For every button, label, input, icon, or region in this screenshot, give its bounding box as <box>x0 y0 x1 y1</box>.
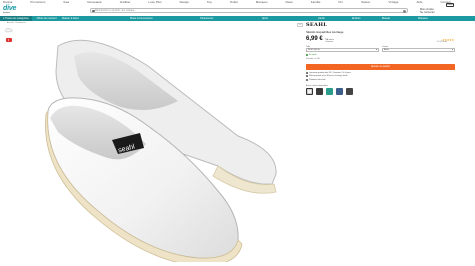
zoom-label: 1/4 <box>298 24 302 26</box>
chevron-down-icon: ▾ <box>375 49 377 51</box>
color-value: Blanc <box>384 49 390 51</box>
top-tab[interactable]: Famille <box>311 0 321 4</box>
top-tab[interactable]: Luxe Plus <box>148 0 161 4</box>
add-to-cart-button[interactable]: Ajouter au panier <box>306 64 455 70</box>
nav-item[interactable]: Mode & Accessoires <box>130 17 153 20</box>
stock-subtext: Expédié en 24h <box>306 58 320 60</box>
product-image[interactable]: seahl <box>28 26 290 262</box>
top-tab[interactable]: Outlet <box>230 0 238 4</box>
product-title: SEAHL Espadrilles Heritage <box>306 30 344 34</box>
top-tab[interactable]: Saison <box>361 0 370 4</box>
size-select[interactable]: 36 EU (UK 4) ▾ <box>306 48 379 52</box>
color-swatches <box>306 87 456 95</box>
top-tab[interactable]: Ikea <box>64 0 70 4</box>
info-line: Livraison gratuite dès 49 €, livraison 2… <box>306 71 456 74</box>
review-count[interactable]: 5,0 (12 avis) <box>437 41 447 43</box>
youtube-play-icon <box>6 37 12 42</box>
top-tab[interactable]: Pro <box>338 0 343 4</box>
nav-item[interactable]: Enfants <box>352 17 360 20</box>
vat-info: TVA incluse + livraison <box>325 39 334 43</box>
site-logo[interactable]: dive by divana <box>3 5 17 14</box>
info-text: Retour gratuit sous 30 jours, échange fa… <box>309 75 348 77</box>
video-thumbnail[interactable] <box>5 36 13 43</box>
info-text: Paiement sécurisé <box>309 78 326 81</box>
thumbnail-image[interactable] <box>5 26 13 33</box>
nav-item[interactable]: Chaussures <box>200 17 213 20</box>
top-tab[interactable]: Promotions <box>30 0 45 4</box>
top-tab[interactable]: Design <box>180 0 189 4</box>
top-tab[interactable]: Vintage <box>388 0 398 4</box>
login-label: Se connecter <box>420 11 435 14</box>
in-stock-icon <box>306 54 308 56</box>
search-input[interactable]: Rechercher un produit, une marque... <box>90 8 408 13</box>
color-swatch[interactable] <box>346 87 353 95</box>
search-placeholder: Rechercher un produit, une marque... <box>95 9 137 12</box>
product-brand[interactable]: SEAHL <box>306 22 456 28</box>
color-swatch[interactable] <box>316 87 323 95</box>
top-tab[interactable]: Idées <box>285 0 292 4</box>
deals-button[interactable]: Offres du moment <box>33 16 60 21</box>
chevron-down-icon: ▾ <box>451 49 453 51</box>
info-icon <box>306 78 308 81</box>
price-row: 6,99 € TVA incluse + livraison <box>306 36 456 43</box>
search-icon <box>92 9 95 12</box>
shoe-thumbnail-icon <box>5 27 13 32</box>
color-swatch[interactable] <box>336 87 343 95</box>
info-icon <box>306 75 308 77</box>
info-line: Paiement sécurisé <box>306 78 456 81</box>
breadcrumb[interactable]: Accueil › Chaussures <box>7 22 26 24</box>
nav-item[interactable]: Marques <box>418 17 428 20</box>
top-tab[interactable]: Divana <box>3 0 12 4</box>
top-tab[interactable]: Grafiker <box>120 0 131 4</box>
color-field: Couleur Blanc ▾ <box>382 46 455 52</box>
thumbnail-list <box>5 26 15 46</box>
top-brand-tabs: Divana Promotions Ikea Nouveauté Grafiker Lux… <box>0 0 475 4</box>
colors-label: Autres couleurs disponibles <box>306 84 328 87</box>
cart-label: Panier <box>447 4 453 6</box>
color-select[interactable]: Blanc ▾ <box>382 48 455 52</box>
top-tab[interactable]: Aide <box>416 0 422 4</box>
top-tab[interactable]: Nouveauté <box>87 0 102 4</box>
logo-text: dive <box>3 5 17 12</box>
top-tab[interactable]: Marques <box>256 0 268 4</box>
top-tab[interactable]: Top <box>207 0 212 4</box>
info-text: Livraison gratuite dès 49 €, livraison 2… <box>309 71 351 74</box>
size-value: 36 EU (UK 4) <box>308 49 320 51</box>
cart-button[interactable]: Panier <box>446 3 454 7</box>
color-swatch[interactable] <box>326 87 333 95</box>
account-menu[interactable]: Mon compte Se connecter <box>420 8 435 14</box>
nav-item[interactable]: Beauté <box>382 17 390 20</box>
product-panel: SEAHL SEAHL Espadrilles Heritage ★★★★★ 5… <box>306 22 456 95</box>
nav-item[interactable]: Sport <box>262 17 268 20</box>
info-line: Retour gratuit sous 30 jours, échange fa… <box>306 75 456 77</box>
stock-delivery: Expédié en 24h <box>306 58 456 60</box>
info-icon <box>306 71 308 74</box>
stock-status: En stock <box>306 54 456 56</box>
shipping-line: + livraison <box>324 41 333 43</box>
nav-item[interactable]: Jardin <box>318 17 325 20</box>
nav-item[interactable]: Maison & Déco <box>62 17 79 20</box>
main-nav: ≡ Toutes les catégories Offres du moment… <box>0 16 475 21</box>
variant-selectors: Taille 36 EU (UK 4) ▾ Couleur Blanc ▾ <box>306 46 456 52</box>
product-price: 6,99 € <box>306 36 323 42</box>
logo-subtitle: by divana <box>3 12 10 14</box>
size-field: Taille 36 EU (UK 4) ▾ <box>306 46 379 52</box>
stock-text: En stock <box>309 54 317 56</box>
search-submit-button[interactable] <box>403 9 406 13</box>
zoom-button[interactable]: 1/4 <box>297 23 303 27</box>
all-categories-button[interactable]: ≡ Toutes les catégories <box>0 16 32 21</box>
color-swatch[interactable] <box>306 87 313 95</box>
